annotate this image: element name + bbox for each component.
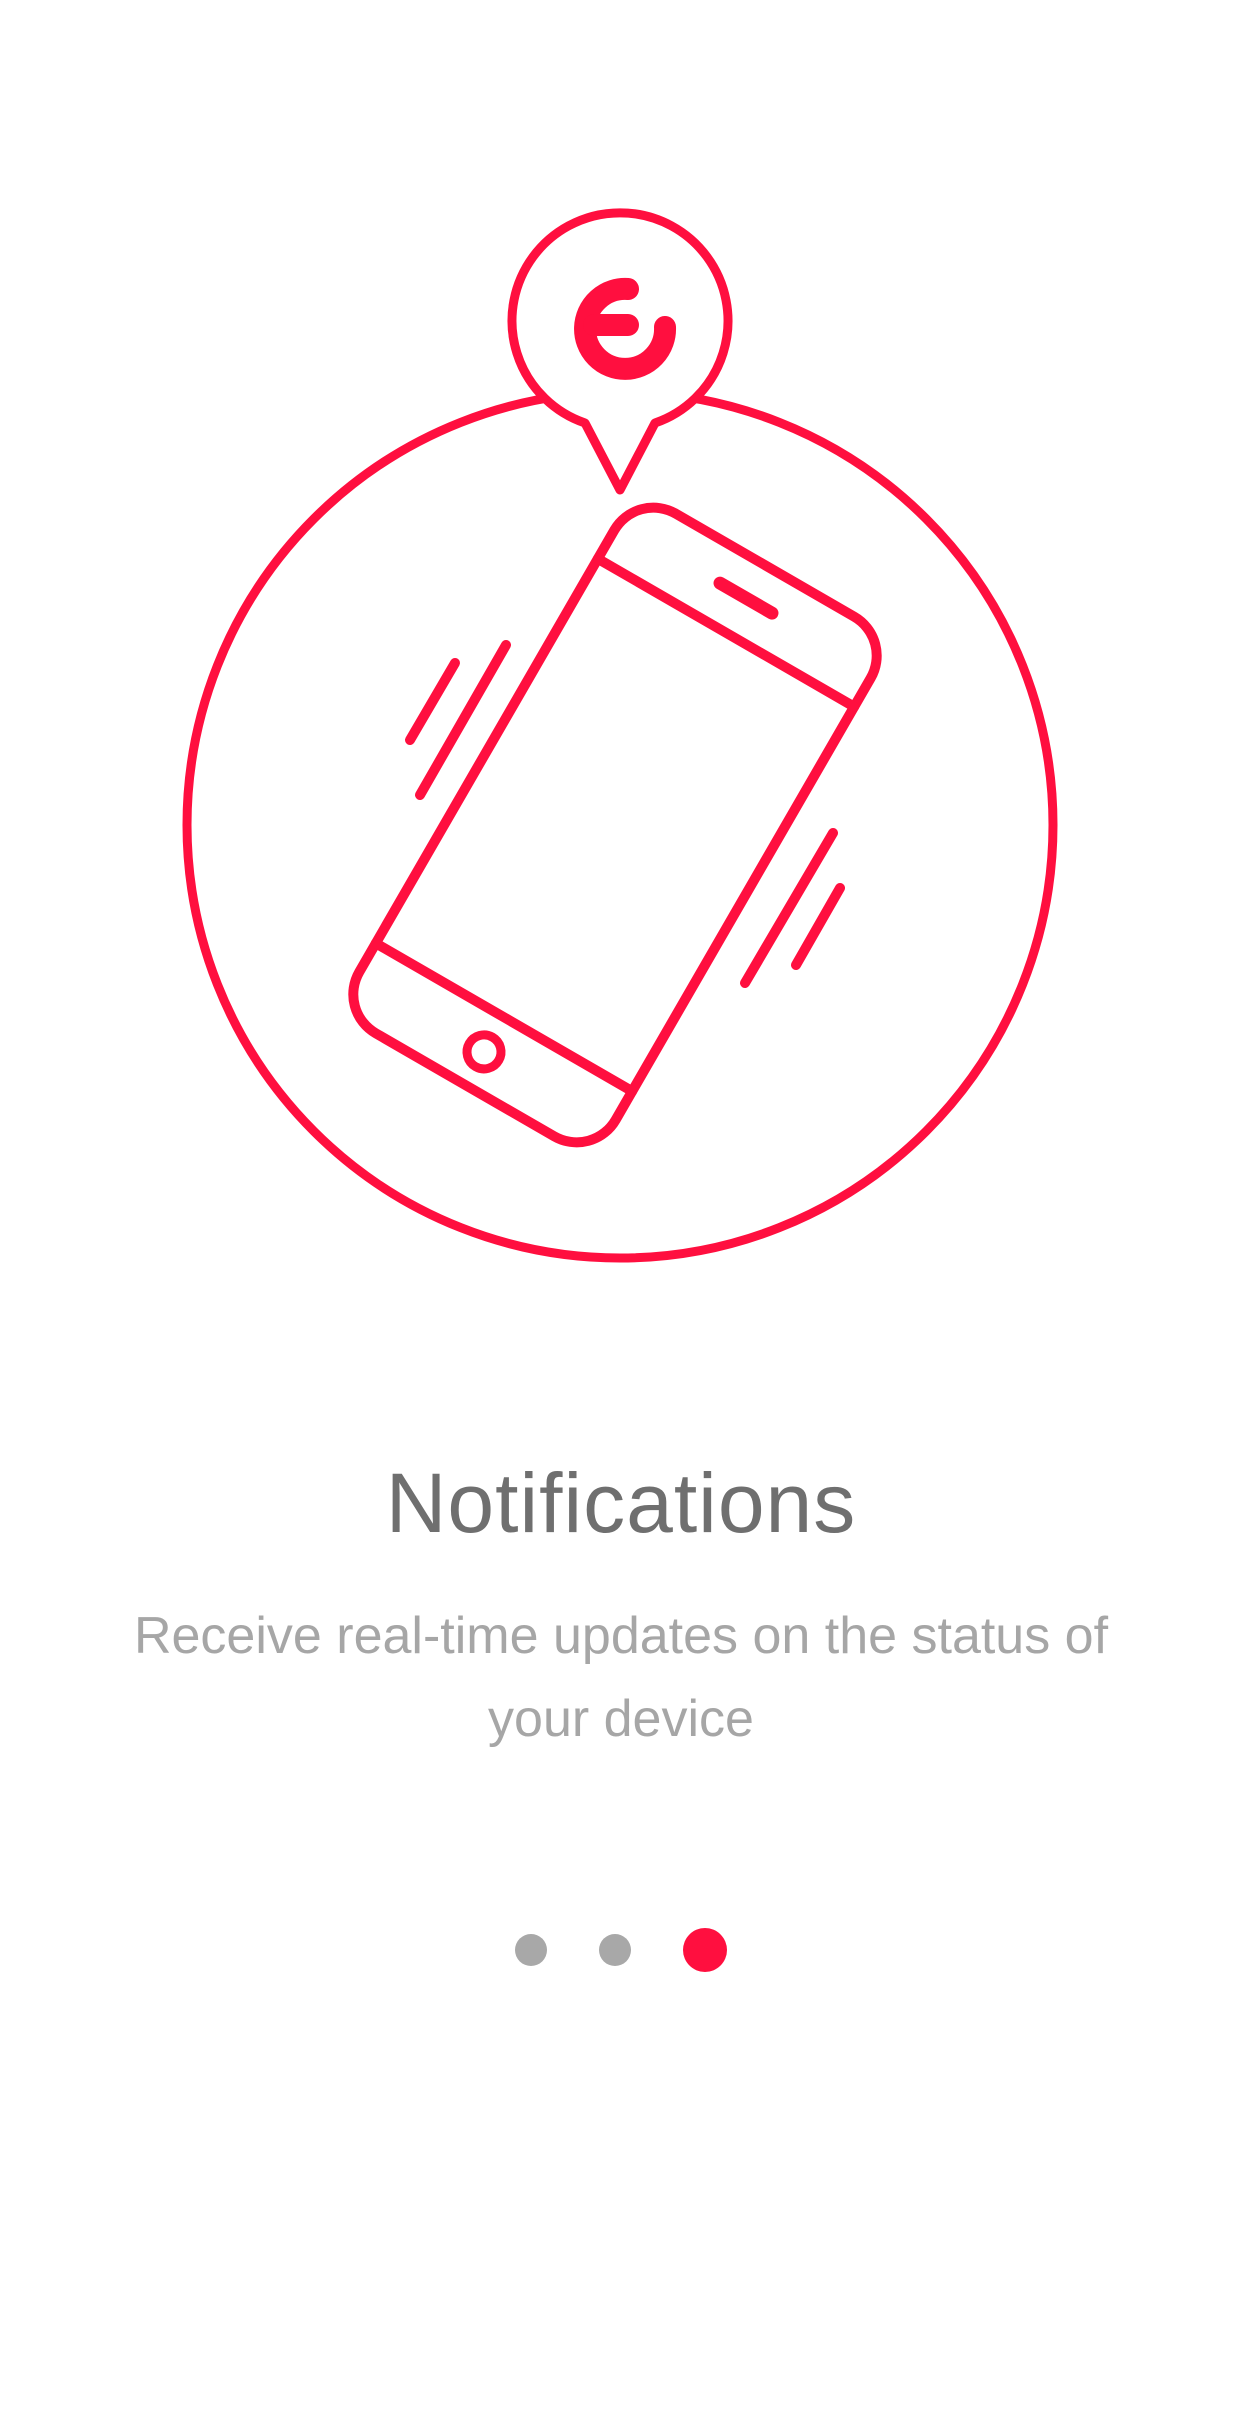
notifications-illustration [182, 208, 1058, 1263]
vibrating-phone-icon [348, 502, 882, 1148]
page-dot-1[interactable] [515, 1934, 547, 1966]
logo-pin-icon [507, 208, 733, 495]
page-title: Notifications [385, 1456, 857, 1550]
page-dot-2[interactable] [599, 1934, 631, 1966]
page-dot-3-active[interactable] [683, 1928, 727, 1972]
page-indicator [0, 1928, 1242, 1972]
page-description: Receive real-time updates on the status … [133, 1607, 1109, 1748]
